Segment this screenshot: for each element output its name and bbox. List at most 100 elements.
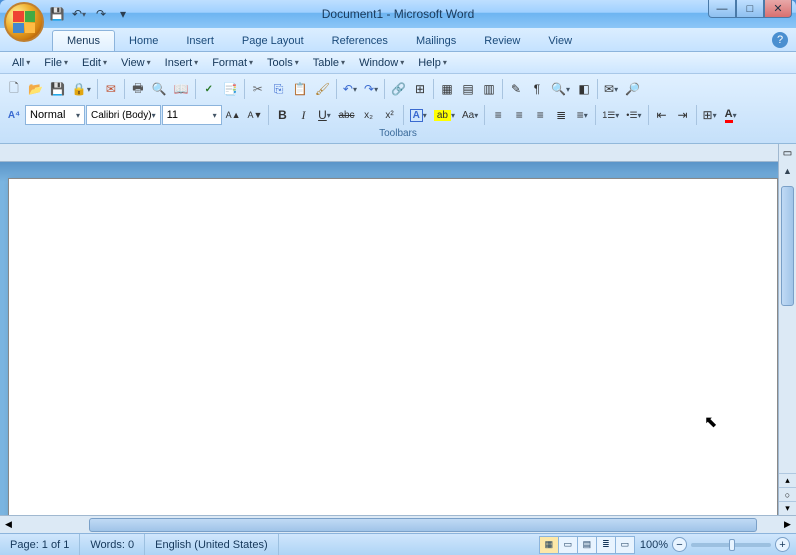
tab-references[interactable]: References	[318, 31, 402, 51]
strikethrough-button[interactable]: abc	[335, 104, 357, 126]
ruler[interactable]: ▭	[0, 144, 796, 162]
page[interactable]	[8, 178, 778, 515]
tab-view[interactable]: View	[534, 31, 586, 51]
tab-insert[interactable]: Insert	[172, 31, 228, 51]
styles-pane-button[interactable]: A⁴	[4, 104, 24, 126]
close-button[interactable]: ✕	[764, 0, 792, 18]
qat-customize-button[interactable]: ▾	[114, 5, 132, 23]
line-spacing-button[interactable]: ≡▾	[572, 104, 592, 126]
find-button[interactable]: 🔎	[622, 78, 643, 100]
show-hide-button[interactable]: ¶	[527, 78, 547, 100]
scroll-left-button[interactable]: ◀	[0, 516, 17, 533]
drawing-button[interactable]: ✎	[506, 78, 526, 100]
text-effects-button[interactable]: A▾	[407, 104, 430, 126]
align-left-button[interactable]: ≡	[488, 104, 508, 126]
save-button[interactable]: 💾	[47, 78, 68, 100]
zoom-in-button[interactable]: +	[775, 537, 790, 552]
zoom-tool-button[interactable]: 🔍▾	[548, 78, 573, 100]
scroll-up-button[interactable]: ▲	[779, 162, 796, 179]
print-button[interactable]: 🖶	[128, 78, 148, 100]
menu-format[interactable]: Format▾	[206, 55, 259, 71]
doc-map-button[interactable]: ◧	[574, 78, 594, 100]
format-painter-button[interactable]: 🖌	[312, 78, 333, 100]
numbering-button[interactable]: 1☰▾	[599, 104, 622, 126]
style-selector[interactable]: Normal▾	[25, 105, 85, 125]
tab-review[interactable]: Review	[470, 31, 534, 51]
print-preview-button[interactable]: 🔍	[149, 78, 170, 100]
zoom-slider-handle[interactable]	[729, 539, 735, 551]
next-page-button[interactable]: ▾	[779, 501, 796, 515]
align-right-button[interactable]: ≡	[530, 104, 550, 126]
mail-button[interactable]: ✉	[101, 78, 121, 100]
borders-button[interactable]: ⊞▾	[700, 104, 720, 126]
menu-edit[interactable]: Edit▾	[76, 55, 113, 71]
columns-button[interactable]: ▥	[479, 78, 499, 100]
office-button[interactable]	[4, 2, 44, 42]
undo-button[interactable]: ↶▾	[340, 78, 360, 100]
cut-button[interactable]: ✂	[248, 78, 268, 100]
insert-excel-button[interactable]: ▤	[458, 78, 478, 100]
hscroll-track[interactable]	[19, 518, 777, 532]
scroll-thumb[interactable]	[781, 186, 794, 306]
help-button[interactable]: ?	[772, 32, 788, 48]
research-button[interactable]: 📖	[171, 78, 192, 100]
change-case-button[interactable]: Aa▾	[459, 104, 481, 126]
menu-window[interactable]: Window▾	[353, 55, 410, 71]
shrink-font-button[interactable]: A▼	[245, 104, 266, 126]
spelling-button[interactable]: ✓	[199, 78, 219, 100]
tab-page-layout[interactable]: Page Layout	[228, 31, 318, 51]
zoom-out-button[interactable]: −	[672, 537, 687, 552]
qat-save-button[interactable]: 💾	[48, 5, 66, 23]
permission-button[interactable]: 🔒▾	[69, 78, 94, 100]
subscript-button[interactable]: x₂	[359, 104, 379, 126]
horizontal-scrollbar[interactable]: ◀ ▶	[0, 515, 796, 533]
scroll-right-button[interactable]: ▶	[779, 516, 796, 533]
tab-menus[interactable]: Menus	[52, 30, 115, 51]
vertical-scrollbar[interactable]: ▲ ▴ ○ ▾	[778, 162, 796, 515]
minimize-button[interactable]: —	[708, 0, 736, 18]
hyperlink-button[interactable]: 🔗	[388, 78, 409, 100]
envelope-button[interactable]: ✉▾	[601, 78, 621, 100]
tab-mailings[interactable]: Mailings	[402, 31, 470, 51]
grow-font-button[interactable]: A▲	[223, 104, 244, 126]
thesaurus-button[interactable]: 📑	[220, 78, 241, 100]
view-web-layout-button[interactable]: ▤	[577, 536, 597, 554]
ruler-toggle-button[interactable]: ▭	[778, 144, 796, 162]
bullets-button[interactable]: •☰▾	[623, 104, 644, 126]
status-words[interactable]: Words: 0	[80, 534, 145, 555]
underline-button[interactable]: U▾	[314, 104, 334, 126]
menu-help[interactable]: Help▾	[412, 55, 453, 71]
highlight-button[interactable]: ab▾	[431, 104, 458, 126]
hscroll-thumb[interactable]	[89, 518, 757, 532]
menu-all[interactable]: All▾	[6, 55, 36, 71]
tables-borders-button[interactable]: ⊞	[410, 78, 430, 100]
italic-button[interactable]: I	[293, 104, 313, 126]
status-language[interactable]: English (United States)	[145, 534, 279, 555]
maximize-button[interactable]: □	[736, 0, 764, 18]
qat-redo-button[interactable]: ↷	[92, 5, 110, 23]
menu-file[interactable]: File▾	[38, 55, 74, 71]
tab-home[interactable]: Home	[115, 31, 172, 51]
menu-view[interactable]: View▾	[115, 55, 157, 71]
open-button[interactable]: 📂	[25, 78, 46, 100]
menu-tools[interactable]: Tools▾	[261, 55, 305, 71]
superscript-button[interactable]: x²	[380, 104, 400, 126]
prev-page-button[interactable]: ▴	[779, 473, 796, 487]
view-print-layout-button[interactable]: ▦	[539, 536, 559, 554]
view-draft-button[interactable]: ▭	[615, 536, 635, 554]
view-full-screen-button[interactable]: ▭	[558, 536, 578, 554]
menu-insert[interactable]: Insert▾	[159, 55, 205, 71]
document-viewport[interactable]	[0, 162, 778, 515]
size-selector[interactable]: 11▾	[162, 105, 222, 125]
menu-table[interactable]: Table▾	[307, 55, 351, 71]
font-selector[interactable]: Calibri (Body)▾	[86, 105, 161, 125]
zoom-percent-label[interactable]: 100%	[640, 539, 668, 551]
copy-button[interactable]: ⎘	[269, 78, 289, 100]
status-page[interactable]: Page: 1 of 1	[0, 534, 80, 555]
decrease-indent-button[interactable]: ⇤	[652, 104, 672, 126]
qat-undo-button[interactable]: ↶▾	[70, 5, 88, 23]
browse-object-button[interactable]: ○	[779, 487, 796, 501]
align-center-button[interactable]: ≡	[509, 104, 529, 126]
increase-indent-button[interactable]: ⇥	[673, 104, 693, 126]
view-outline-button[interactable]: ≣	[596, 536, 616, 554]
